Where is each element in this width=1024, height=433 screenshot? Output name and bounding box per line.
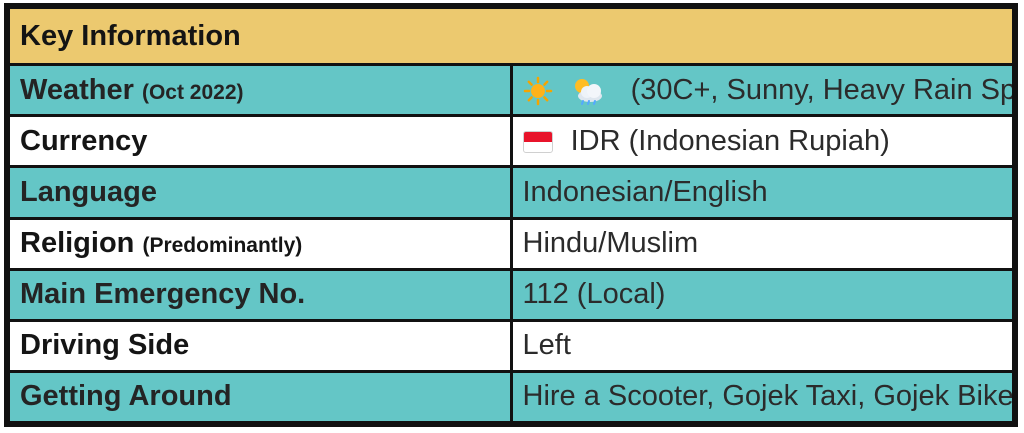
row-value-language: Indonesian/English (509, 165, 1015, 220)
row-value-currency: IDR (Indonesian Rupiah) (509, 114, 1015, 169)
key-information-table: Key Information Weather (Oct 2022) (30C+… (4, 3, 1018, 427)
cloud-sun-icon (574, 79, 602, 106)
currency-value: IDR (Indonesian Rupiah) (570, 124, 890, 157)
table-row: Getting Around Hire a Scooter, Gojek Tax… (7, 369, 1015, 425)
row-label-religion: Religion (Predominantly) (7, 216, 513, 271)
table-title: Key Information (7, 5, 1015, 67)
row-value-getting-around: Hire a Scooter, Gojek Taxi, Gojek Bike T… (509, 369, 1015, 425)
weather-label: Weather (20, 73, 134, 106)
table-row: Main Emergency No. 112 (Local) (7, 267, 1015, 322)
row-label-language: Language (7, 165, 513, 220)
table-row: Religion (Predominantly) Hindu/Muslim (7, 216, 1015, 271)
row-value-weather: (30C+, Sunny, Heavy Rain Spells) (509, 63, 1015, 118)
row-value-driving-side: Left (509, 318, 1015, 373)
row-label-currency: Currency (7, 114, 513, 169)
religion-label-note: (Predominantly) (142, 234, 303, 258)
row-value-religion: Hindu/Muslim (509, 216, 1015, 271)
row-value-emergency: 112 (Local) (509, 267, 1015, 322)
table-header-row: Key Information (7, 5, 1015, 67)
row-label-weather: Weather (Oct 2022) (7, 63, 513, 118)
row-label-emergency: Main Emergency No. (7, 267, 513, 322)
table-row: Language Indonesian/English (7, 165, 1015, 220)
table-row: Driving Side Left (7, 318, 1015, 373)
table-row: Currency IDR (Indonesian Rupiah) (7, 114, 1015, 169)
row-label-getting-around: Getting Around (7, 369, 513, 425)
weather-value: (30C+, Sunny, Heavy Rain Spells) (630, 73, 1011, 106)
indonesia-flag-icon (522, 131, 553, 154)
religion-label: Religion (20, 227, 135, 260)
table-row: Weather (Oct 2022) (30C+, Sunny, Heavy R… (7, 63, 1015, 118)
sun-icon (523, 76, 552, 106)
info-table: Key Information Weather (Oct 2022) (30C+… (7, 5, 1015, 425)
weather-label-note: (Oct 2022) (141, 80, 244, 104)
row-label-driving-side: Driving Side (7, 318, 513, 373)
